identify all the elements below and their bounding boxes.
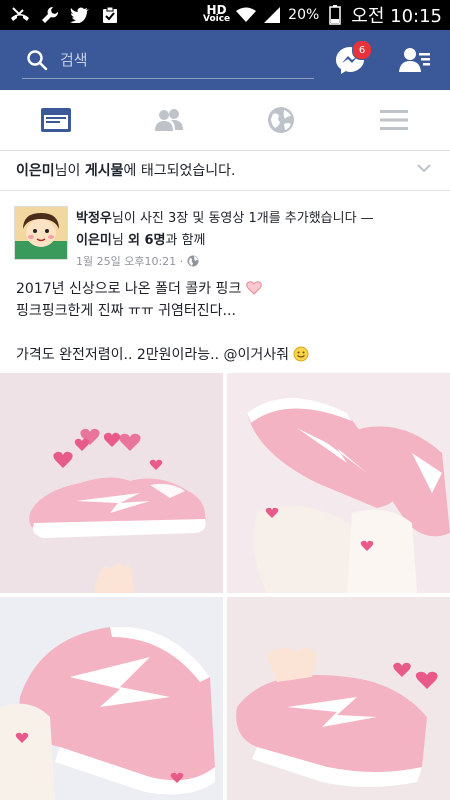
wifi-icon bbox=[236, 5, 257, 25]
tagged-suffix: 님 bbox=[111, 233, 128, 248]
post-meta: 1월 25일 오후10:21 · bbox=[76, 253, 199, 269]
message-count-badge: 6 bbox=[352, 40, 372, 60]
news-feed-icon bbox=[41, 108, 72, 132]
missed-call-icon bbox=[10, 5, 30, 25]
twitter-icon bbox=[70, 5, 90, 25]
with-text: 과 함께 bbox=[165, 233, 206, 248]
chevron-down-icon[interactable] bbox=[416, 160, 432, 176]
tab-notifications[interactable] bbox=[225, 90, 338, 150]
notice-text-1: 님이 bbox=[54, 163, 85, 179]
menu-icon bbox=[379, 110, 408, 130]
post-photo-3[interactable] bbox=[0, 597, 223, 800]
post-line-3-text: 가격도 완전저렴이.. 2만원이라능.. @이거사줘 bbox=[16, 347, 290, 363]
public-globe-icon bbox=[187, 255, 199, 267]
post-header: 박정우님이 사진 3장 및 동영상 1개를 추가했습니다 — 이은미님 외 6명… bbox=[0, 198, 450, 274]
app-header: 6 bbox=[0, 30, 450, 90]
status-bar: HD Voice 20% 오전 10:15 bbox=[0, 0, 450, 30]
post-photo-4[interactable] bbox=[227, 597, 450, 800]
tagged-name[interactable]: 이은미 bbox=[76, 233, 112, 248]
post-message: 2017년 신상으로 나온 폴더 콜카 핑크 핑크핑크한게 진짜 ㅠㅠ 귀염터진… bbox=[16, 278, 436, 366]
tab-menu[interactable] bbox=[338, 90, 450, 150]
battery-percent: 20% bbox=[288, 7, 320, 23]
post-author-name[interactable]: 박정우 bbox=[76, 211, 112, 226]
post-action-text: 님이 사진 3장 및 동영상 1개를 추가했습니다 — bbox=[111, 211, 374, 226]
clipboard-check-icon bbox=[100, 5, 120, 25]
navigation-tabs bbox=[0, 90, 450, 151]
tab-friend-requests[interactable] bbox=[113, 90, 226, 150]
search-input[interactable] bbox=[58, 50, 302, 70]
post-line-1-text: 2017년 신상으로 나온 폴더 콜카 핑크 bbox=[16, 281, 242, 297]
tab-news-feed[interactable] bbox=[0, 90, 113, 150]
notice-text-2: 에 태그되었습니다. bbox=[123, 163, 236, 179]
voice-label: Voice bbox=[202, 14, 231, 24]
friend-requests-icon bbox=[154, 109, 183, 131]
signal-icon bbox=[262, 5, 282, 25]
notifications-globe-icon bbox=[268, 107, 295, 133]
search-bar[interactable] bbox=[22, 42, 314, 79]
smiley-emoji-icon bbox=[293, 346, 309, 362]
hd-voice-indicator: HD Voice bbox=[202, 4, 231, 24]
post-photo-2[interactable] bbox=[227, 373, 450, 593]
clock: 오전 10:15 bbox=[351, 6, 442, 27]
pink-heart-icon bbox=[246, 281, 262, 295]
battery-icon bbox=[325, 5, 345, 25]
tagged-user-name[interactable]: 이은미 bbox=[16, 163, 55, 179]
notice-post-word: 게시물 bbox=[84, 163, 124, 179]
friend-requests-header-button[interactable] bbox=[398, 44, 432, 76]
tagged-others-link[interactable]: 외 6명 bbox=[128, 233, 166, 248]
post-photo-1[interactable] bbox=[0, 373, 223, 593]
post-line-3: 가격도 완전저렴이.. 2만원이라능.. @이거사줘 bbox=[16, 344, 436, 366]
tag-notification-header[interactable]: 이은미님이 게시물에 태그되었습니다. bbox=[0, 150, 450, 191]
post-timestamp[interactable]: 1월 25일 오후10:21 · bbox=[76, 253, 183, 269]
wrench-icon bbox=[40, 5, 60, 25]
search-icon bbox=[26, 49, 48, 71]
avatar[interactable] bbox=[14, 206, 68, 260]
post-line-2: 핑크핑크한게 진짜 ㅠㅠ 귀염터진다... bbox=[16, 303, 236, 319]
post-attribution: 박정우님이 사진 3장 및 동영상 1개를 추가했습니다 — 이은미님 외 6명… bbox=[76, 208, 436, 252]
post-line-1: 2017년 신상으로 나온 폴더 콜카 핑크 bbox=[16, 278, 436, 300]
friend-requests-list-icon bbox=[399, 48, 430, 72]
